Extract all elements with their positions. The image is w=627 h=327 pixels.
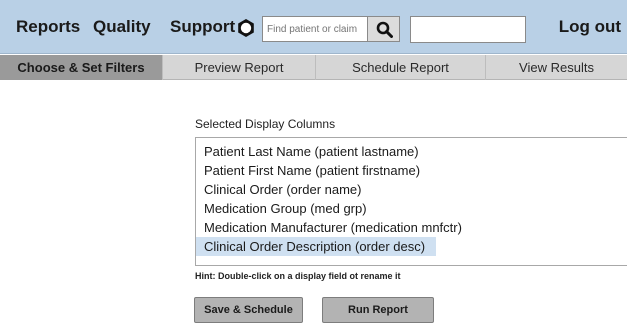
column-item[interactable]: Medication Manufacturer (medication mnfc… [196, 218, 462, 237]
column-item-selected[interactable]: Clinical Order Description (order desc) [196, 237, 436, 256]
logout-link[interactable]: Log out [559, 0, 621, 54]
nav-reports[interactable]: Reports [16, 0, 80, 54]
tab-bar: Choose & Set Filters Preview Report Sche… [0, 55, 627, 80]
column-item[interactable]: Clinical Order (order name) [196, 180, 436, 199]
search-icon [376, 21, 393, 38]
search-button[interactable] [367, 16, 400, 42]
column-item[interactable]: Patient First Name (patient firstname) [196, 161, 436, 180]
secondary-input[interactable] [410, 16, 526, 43]
nav-support[interactable]: Support [170, 0, 235, 54]
rename-hint: Hint: Double-click on a display field ot… [195, 271, 401, 281]
run-report-button[interactable]: Run Report [322, 297, 434, 323]
nav-quality[interactable]: Quality [93, 0, 151, 54]
tab-preview-report[interactable]: Preview Report [163, 55, 316, 80]
tab-schedule-report[interactable]: Schedule Report [316, 55, 486, 80]
column-item[interactable]: Patient Last Name (patient lastname) [196, 142, 436, 161]
gear-icon[interactable] [236, 18, 256, 38]
column-item[interactable]: Medication Group (med grp) [196, 199, 436, 218]
selected-columns-list[interactable]: Patient Last Name (patient lastname) Pat… [195, 137, 627, 266]
selected-columns-label: Selected Display Columns [195, 117, 336, 131]
top-nav-bar: Reports Quality Support Log out [0, 0, 627, 54]
search-input[interactable] [262, 16, 368, 42]
save-schedule-button[interactable]: Save & Schedule [194, 297, 303, 323]
tab-choose-set-filters[interactable]: Choose & Set Filters [0, 55, 163, 80]
tab-view-results[interactable]: View Results [486, 55, 627, 80]
